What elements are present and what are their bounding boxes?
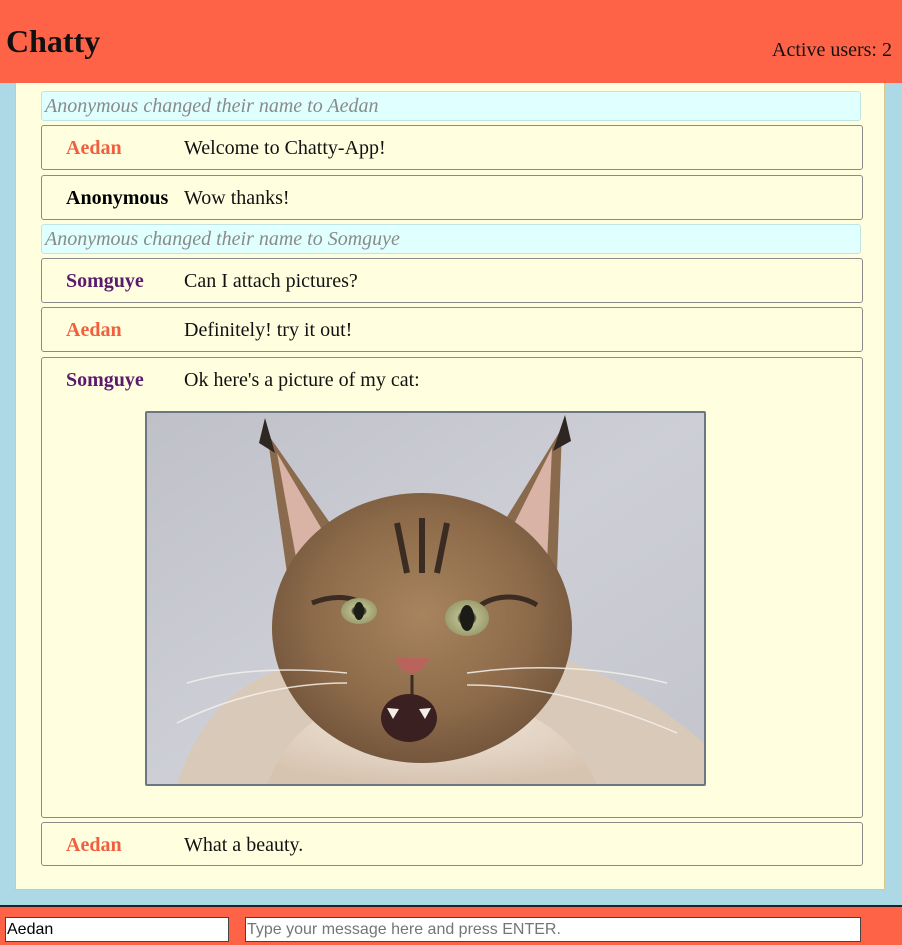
message-list[interactable]: Anonymous changed their name to Aedan Ae…	[15, 83, 885, 890]
message-row: Somguye Can I attach pictures?	[41, 258, 863, 303]
system-notification: Anonymous changed their name to Somguye	[41, 224, 861, 254]
message-row: Somguye Ok here's a picture of my cat:	[41, 357, 863, 818]
message-content: Definitely! try it out!	[184, 319, 353, 341]
message-input[interactable]	[245, 917, 861, 942]
chat-bar	[0, 905, 902, 945]
message-username: Somguye	[66, 369, 144, 391]
navbar: Chatty Active users: 2	[0, 0, 902, 83]
message-content: What a beauty.	[184, 834, 304, 856]
message-username: Aedan	[66, 834, 122, 856]
message-content: Ok here's a picture of my cat:	[184, 369, 420, 391]
message-content: Wow thanks!	[184, 187, 290, 209]
message-row: Aedan Definitely! try it out!	[41, 307, 863, 352]
message-username: Aedan	[66, 137, 122, 159]
message-row: Aedan Welcome to Chatty-App!	[41, 125, 863, 170]
app-title[interactable]: Chatty	[6, 22, 100, 60]
message-row: Aedan What a beauty.	[41, 822, 863, 866]
active-users-count: Active users: 2	[772, 39, 892, 61]
cat-photo[interactable]	[145, 411, 706, 786]
message-row: Anonymous Wow thanks!	[41, 175, 863, 220]
username-input[interactable]	[5, 917, 229, 942]
message-username: Anonymous	[66, 187, 169, 209]
message-content: Can I attach pictures?	[184, 270, 358, 292]
message-username: Somguye	[66, 270, 144, 292]
message-content: Welcome to Chatty-App!	[184, 137, 386, 159]
message-username: Aedan	[66, 319, 122, 341]
system-notification: Anonymous changed their name to Aedan	[41, 91, 861, 121]
